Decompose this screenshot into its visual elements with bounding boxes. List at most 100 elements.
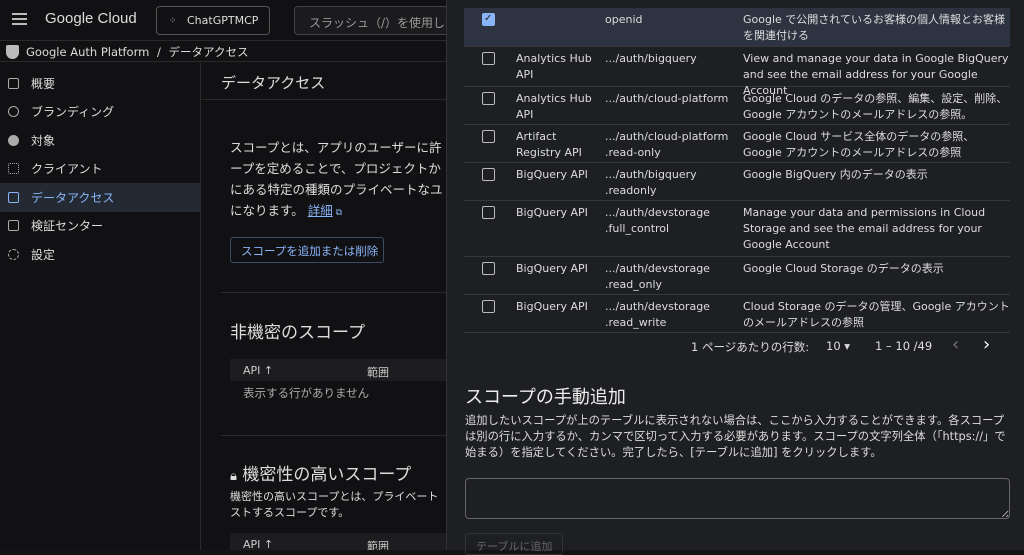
rows-per-page-label: 1 ページあたりの行数: — [691, 340, 810, 354]
google-cloud-logo[interactable]: Google Cloud — [45, 10, 137, 27]
divider — [221, 292, 446, 293]
row-scope: .../auth/cloud-platform — [605, 92, 729, 105]
sidebar-item-label: 概要 — [31, 76, 56, 91]
palette-icon — [8, 106, 19, 118]
sensitive-scopes-title: 🔒︎ 機密性の高いスコープ — [230, 460, 411, 485]
row-description: Cloud Storage のデータの管理、Google アカウントのメールアド… — [743, 300, 1010, 329]
intro-line: ープを定めることで、プロジェクトか — [230, 161, 441, 176]
sidebar: 概要 ブランディング 対象 クライアント データアクセス 検証センター 設定 — [0, 63, 200, 269]
intro-text: スコープとは、アプリのユーザーに許 ープを定めることで、プロジェクトか にある特… — [230, 137, 446, 224]
project-picker[interactable]: ⁘ ChatGPTMCP — [156, 6, 270, 35]
sidebar-item-label: 検証センター — [31, 219, 104, 234]
sidebar-item-branding[interactable]: ブランディング — [0, 98, 200, 127]
top-bar: Google Cloud ⁘ ChatGPTMCP スラッシュ（/）を使用して — [0, 0, 446, 40]
update-scopes-panel: openid Google で公開されているお客様の個人情報とお客様を関連付ける… — [446, 0, 1024, 555]
table-row: BigQuery API .../auth/devstorage .full_c… — [464, 201, 1010, 257]
row-checkbox[interactable] — [482, 168, 495, 181]
nonsensitive-scopes-title: 非機密のスコープ — [230, 323, 365, 343]
details-link[interactable]: 詳細 — [308, 203, 333, 218]
table-row: openid Google で公開されているお客様の個人情報とお客様を関連付ける — [464, 8, 1010, 47]
grid-icon — [8, 163, 19, 175]
data-access-icon — [8, 191, 19, 203]
intro-line: スコープとは、アプリのユーザーに許 — [230, 140, 442, 155]
row-scope: .../auth/bigquery .readonly — [605, 168, 697, 197]
row-api: BigQuery API — [516, 300, 588, 313]
row-api: BigQuery API — [516, 262, 588, 275]
manual-scopes-textarea[interactable] — [465, 478, 1010, 519]
sidebar-item-verification-center[interactable]: 検証センター — [0, 212, 200, 241]
col-api-sort[interactable]: API ↑ — [243, 538, 273, 550]
dashboard-icon — [8, 77, 19, 89]
row-api: BigQuery API — [516, 168, 588, 181]
desc-line: 機密性の高いスコープとは、プライベート — [230, 490, 439, 503]
table-row: Analytics Hub API .../auth/bigquery View… — [464, 47, 1010, 97]
row-scope: openid — [605, 13, 643, 26]
row-checkbox[interactable] — [482, 130, 495, 143]
prev-page-icon[interactable]: ‹ — [952, 334, 959, 355]
row-api: BigQuery API — [516, 206, 588, 219]
row-api: Artifact Registry API — [516, 130, 582, 159]
desc-line: ストするスコープです。 — [230, 506, 350, 519]
row-description: Google Cloud サービス全体のデータの参照、Google アカウントの… — [743, 130, 975, 159]
sidebar-item-label: データアクセス — [31, 190, 115, 205]
search-input[interactable]: スラッシュ（/）を使用して — [294, 6, 446, 35]
row-scope: .../auth/cloud-platform .read-only — [605, 130, 729, 159]
row-description: Manage your data and permissions in Clou… — [743, 206, 986, 251]
row-checkbox[interactable] — [482, 262, 495, 275]
table-row: BigQuery API .../auth/bigquery .readonly… — [464, 163, 1010, 201]
sidebar-item-settings[interactable]: 設定 — [0, 240, 200, 269]
next-page-icon[interactable]: › — [983, 334, 990, 355]
shield-key-icon — [6, 45, 19, 59]
lock-icon: 🔒︎ — [230, 469, 237, 484]
empty-message: 表示する行がありません — [243, 386, 370, 400]
col-api-sort[interactable]: API ↑ — [243, 364, 273, 377]
sidebar-item-audience[interactable]: 対象 — [0, 126, 200, 155]
manual-add-title: スコープの手動追加 — [465, 387, 626, 408]
project-name: ChatGPTMCP — [187, 14, 259, 27]
menu-icon[interactable] — [12, 13, 27, 25]
sensitive-table-header: API ↑ 範囲 — [230, 533, 446, 550]
gear-icon — [8, 248, 19, 260]
verify-icon — [8, 220, 19, 232]
col-scope: 範囲 — [367, 540, 389, 550]
add-remove-scopes-button[interactable]: スコープを追加または削除 — [230, 237, 384, 263]
sidebar-item-label: クライアント — [31, 162, 103, 177]
breadcrumb: Google Auth Platform / データアクセス — [0, 40, 446, 62]
row-api: Analytics Hub API — [516, 52, 592, 81]
rows-per-page-select[interactable]: 10 ▾ — [826, 339, 850, 353]
sidebar-item-label: 対象 — [31, 133, 56, 148]
breadcrumb-separator: / — [156, 45, 161, 59]
row-checkbox[interactable] — [482, 52, 495, 65]
breadcrumb-product[interactable]: Google Auth Platform — [26, 45, 149, 59]
row-checkbox[interactable] — [482, 300, 495, 313]
project-icon: ⁘ — [169, 16, 177, 26]
row-scope: .../auth/devstorage .read_only — [605, 262, 710, 291]
row-description: Google Cloud のデータの参照、編集、設定、削除、Google アカウ… — [743, 92, 1008, 121]
main-content: データアクセス スコープとは、アプリのユーザーに許 ープを定めることで、プロジェ… — [200, 63, 446, 550]
person-icon — [8, 134, 19, 146]
breadcrumb-current: データアクセス — [168, 45, 249, 59]
intro-line: になります。 — [230, 203, 304, 218]
sidebar-item-label: 設定 — [31, 247, 56, 262]
row-description: Google で公開されているお客様の個人情報とお客様を関連付ける — [743, 13, 1005, 42]
row-scope: .../auth/devstorage .full_control — [605, 206, 710, 235]
sidebar-item-data-access[interactable]: データアクセス — [0, 183, 200, 212]
nonsensitive-table-header: API ↑ 範囲 — [230, 359, 446, 381]
row-checkbox[interactable] — [482, 11, 495, 27]
row-checkbox[interactable] — [482, 92, 495, 105]
table-row: Artifact Registry API .../auth/cloud-pla… — [464, 125, 1010, 163]
row-description: Google BigQuery 内のデータの表示 — [743, 168, 928, 181]
page-range: 1 – 10 /49 — [875, 339, 933, 353]
row-checkbox[interactable] — [482, 206, 495, 219]
row-description: Google Cloud Storage のデータの表示 — [743, 262, 944, 275]
sidebar-item-overview[interactable]: 概要 — [0, 69, 200, 98]
col-scope: 範囲 — [367, 366, 389, 379]
table-row: BigQuery API .../auth/devstorage .read_o… — [464, 257, 1010, 295]
sidebar-item-clients[interactable]: クライアント — [0, 155, 200, 184]
table-row: BigQuery API .../auth/devstorage .read_w… — [464, 295, 1010, 333]
divider — [221, 435, 446, 436]
sensitive-title-text: 機密性の高いスコープ — [242, 465, 412, 485]
row-api: Analytics Hub API — [516, 92, 592, 121]
add-to-table-button[interactable]: テーブルに追加 — [465, 533, 563, 555]
row-scope: .../auth/bigquery — [605, 52, 697, 65]
